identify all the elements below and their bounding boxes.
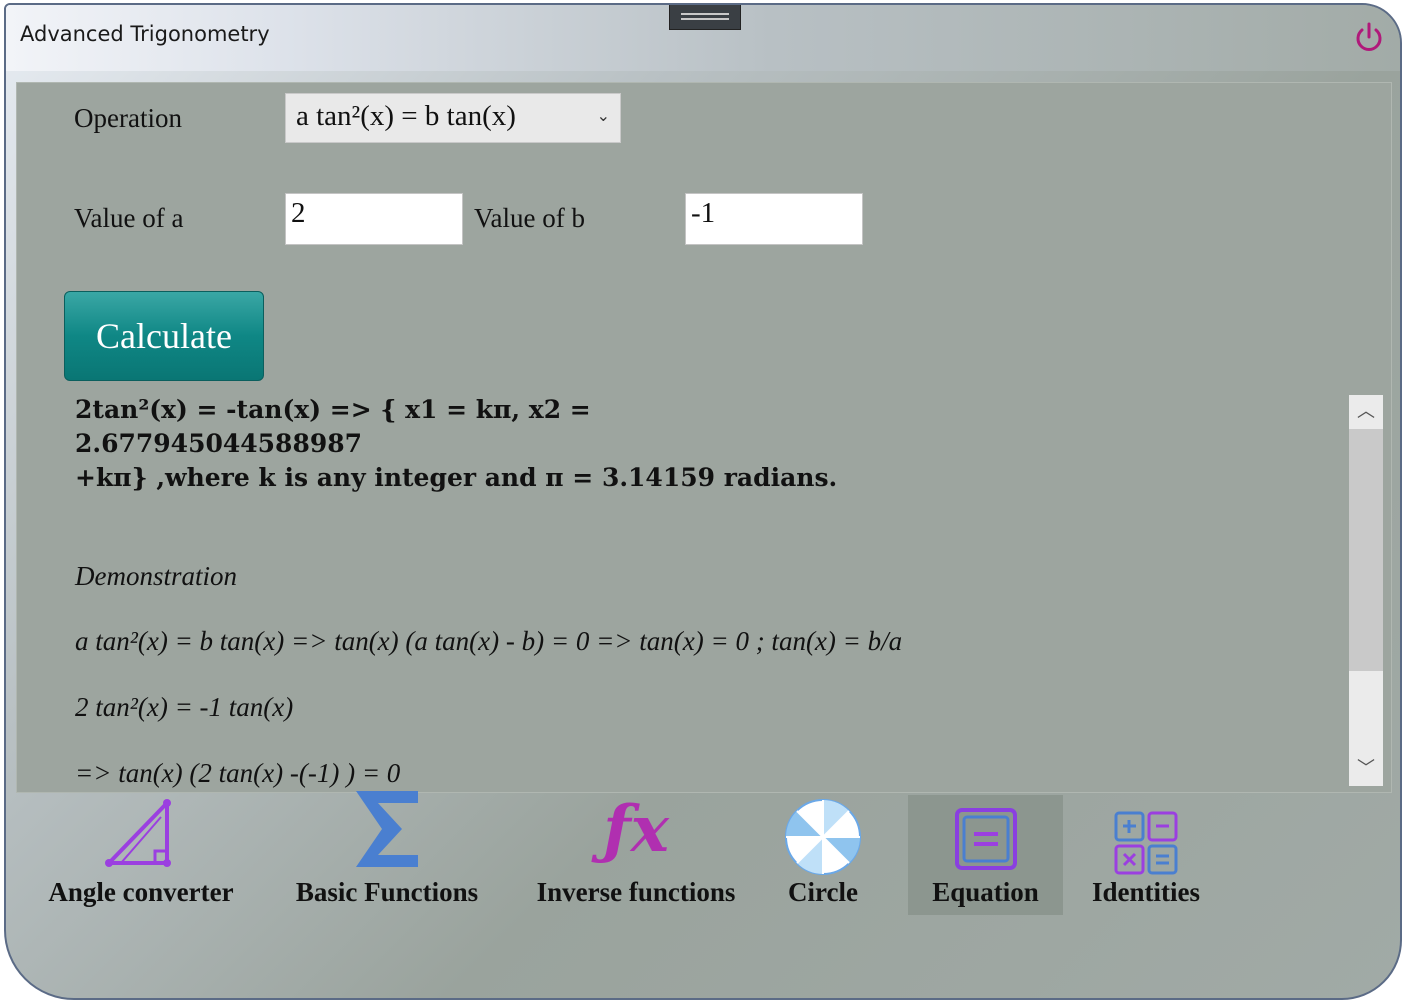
app-window: Advanced Trigonometry Operation a tan²(x…	[4, 3, 1402, 1000]
nav-label: Inverse functions	[536, 877, 736, 907]
nav-item-inverse-functions[interactable]: ƒx Inverse functions	[522, 795, 750, 915]
angle-icon	[105, 799, 171, 867]
calculate-button[interactable]: Calculate	[64, 291, 264, 381]
operation-value: a tan²(x) = b tan(x)	[296, 100, 516, 132]
calculator-icon	[1114, 811, 1178, 875]
nav-label: Basic Functions	[295, 877, 479, 907]
demonstration-step-2: 2 tan²(x) = -1 tan(x)	[75, 692, 294, 722]
fx-icon: ƒx	[603, 792, 669, 867]
nav-item-basic-functions[interactable]: Basic Functions	[282, 791, 492, 915]
result-line-2: +kπ} ,where k is any integer and π = 3.1…	[75, 463, 838, 492]
vertical-scrollbar[interactable]: ︿ ﹀	[1349, 395, 1383, 786]
result-text: 2tan²(x) = -tan(x) => { x1 = kπ, x2 = 2.…	[75, 393, 855, 495]
main-panel: Operation a tan²(x) = b tan(x) ⌄ Value o…	[16, 82, 1392, 793]
bottom-navigation: Angle converter Basic Functions ƒx Inver…	[6, 791, 1400, 927]
nav-label: Identities	[1092, 877, 1200, 907]
nav-item-equation[interactable]: Equation	[908, 795, 1063, 915]
nav-label: Angle converter	[48, 877, 234, 907]
operation-label: Operation	[74, 103, 182, 133]
value-a-label: Value of a	[74, 203, 184, 233]
scroll-thumb[interactable]	[1349, 429, 1383, 671]
nav-item-identities[interactable]: Identities	[1084, 795, 1208, 915]
nav-item-angle-converter[interactable]: Angle converter	[36, 795, 246, 915]
circle-icon	[785, 799, 861, 875]
chevron-down-icon: ⌄	[596, 106, 610, 125]
drag-handle[interactable]	[669, 5, 741, 30]
nav-label: Circle	[788, 877, 858, 907]
sigma-icon	[356, 791, 418, 867]
scroll-down-icon[interactable]: ﹀	[1349, 752, 1383, 786]
value-a-input[interactable]: 2	[285, 193, 463, 245]
window-title: Advanced Trigonometry	[20, 22, 270, 46]
operation-select[interactable]: a tan²(x) = b tan(x) ⌄	[285, 93, 621, 143]
value-b-input[interactable]: -1	[685, 193, 863, 245]
value-b-label: Value of b	[474, 203, 585, 233]
title-bar: Advanced Trigonometry	[6, 5, 1400, 71]
demonstration-step-3: => tan(x) (2 tan(x) -(-1) ) = 0	[75, 758, 401, 788]
nav-label: Equation	[932, 877, 1039, 907]
power-icon[interactable]	[1352, 21, 1386, 55]
equation-icon	[954, 808, 1017, 870]
nav-item-circle[interactable]: Circle	[780, 795, 866, 915]
demonstration-heading: Demonstration	[75, 561, 237, 591]
scroll-up-icon[interactable]: ︿	[1349, 395, 1383, 429]
demonstration-step-1: a tan²(x) = b tan(x) => tan(x) (a tan(x)…	[75, 626, 903, 656]
result-line-1: 2tan²(x) = -tan(x) => { x1 = kπ, x2 = 2.…	[75, 395, 591, 458]
